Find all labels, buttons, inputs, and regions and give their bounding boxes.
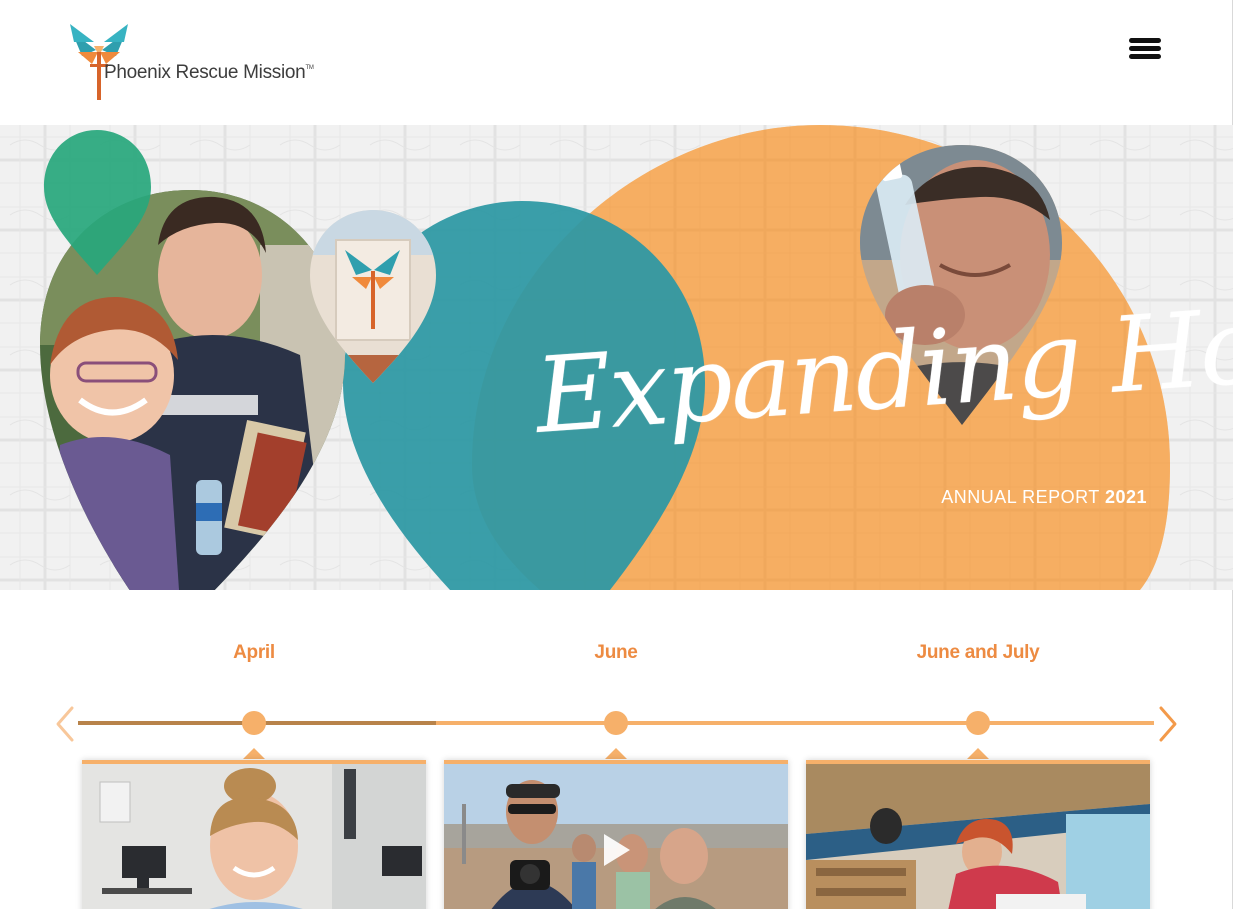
hamburger-menu-icon[interactable]	[1129, 36, 1163, 62]
logo-wordmark: Phoenix Rescue MissionTM	[104, 62, 314, 83]
menu-bar	[1129, 46, 1161, 51]
timeline-card-april[interactable]	[82, 760, 426, 909]
card-pointer	[967, 748, 989, 759]
hero-banner: Expanding Hope ANNUAL REPORT 2021	[0, 125, 1233, 590]
chevron-left-icon[interactable]	[52, 704, 78, 744]
play-icon[interactable]	[594, 830, 634, 870]
menu-bar	[1129, 38, 1161, 43]
timeline-dot-june-and-july[interactable]	[966, 711, 990, 735]
menu-bar	[1129, 54, 1161, 59]
logo-link[interactable]: Phoenix Rescue MissionTM	[68, 22, 328, 102]
timeline-label-april[interactable]: April	[134, 642, 374, 664]
report-year: 2021	[1104, 487, 1147, 507]
card-pointer	[605, 748, 627, 759]
annual-report-label: ANNUAL REPORT	[941, 487, 1100, 507]
timeline-track-line	[436, 721, 1154, 725]
timeline-label-june[interactable]: June	[496, 642, 736, 664]
card-photo-volunteer	[806, 764, 1150, 909]
chevron-right-icon[interactable]	[1155, 704, 1181, 744]
timeline-slider: April June June and July	[0, 590, 1233, 909]
timeline-card-june[interactable]	[444, 760, 788, 909]
card-photo-woman-office	[82, 764, 426, 909]
timeline-dot-june[interactable]	[604, 711, 628, 735]
site-header: Phoenix Rescue MissionTM	[0, 0, 1237, 125]
timeline-dot-april[interactable]	[242, 711, 266, 735]
timeline-card-june-and-july[interactable]	[806, 760, 1150, 909]
logo-trademark: TM	[305, 65, 314, 71]
card-pointer	[243, 748, 265, 759]
timeline-label-june-and-july[interactable]: June and July	[858, 642, 1098, 664]
hero-subtitle: ANNUAL REPORT 2021	[941, 487, 1147, 508]
